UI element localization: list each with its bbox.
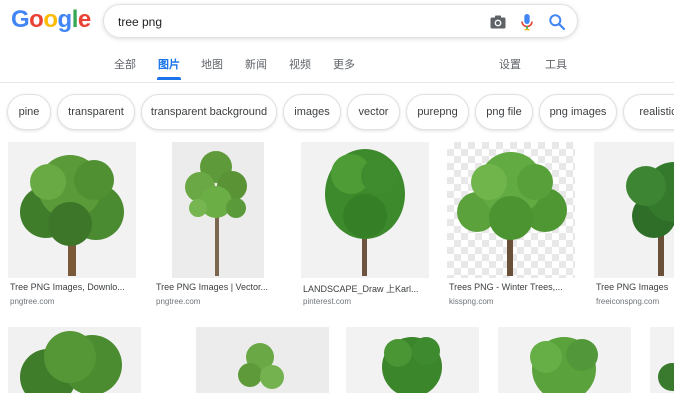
tree-image	[20, 331, 122, 393]
image-result[interactable]: Tree PNG Images | Vector... pngtree.com	[154, 142, 282, 310]
tab-maps[interactable]: 地图	[201, 56, 223, 76]
result-thumbnail[interactable]	[154, 142, 282, 278]
logo-letter: G	[11, 6, 30, 33]
chip-transparent[interactable]: transparent	[57, 94, 135, 130]
image-result[interactable]	[498, 327, 631, 393]
chip-png-images[interactable]: png images	[539, 94, 617, 130]
related-searches-bar: pine transparent transparent background …	[0, 92, 674, 134]
tools-link[interactable]: 工具	[545, 56, 567, 76]
result-thumbnail[interactable]	[447, 142, 575, 278]
result-source[interactable]: freeiconspng.com	[596, 297, 659, 306]
search-icon[interactable]	[547, 12, 567, 32]
tab-news[interactable]: 新闻	[245, 56, 267, 76]
tree-image	[658, 363, 674, 391]
image-result[interactable]: Tree PNG Images freeiconspng.com	[594, 142, 674, 310]
active-tab-indicator	[157, 77, 181, 80]
image-result[interactable]: Tree PNG Images, Downlo... pngtree.com	[8, 142, 136, 310]
chip-vector[interactable]: vector	[347, 94, 400, 130]
tree-image	[530, 337, 598, 393]
tree-image	[382, 337, 442, 393]
image-result[interactable]: Trees PNG - Winter Trees,... kisspng.com	[447, 142, 575, 310]
logo-letter: o	[43, 6, 58, 33]
image-result[interactable]: LANDSCAPE_Draw 上Karl... pinterest.com	[301, 142, 429, 310]
tree-image	[325, 149, 405, 276]
search-box[interactable]	[103, 4, 578, 38]
image-result[interactable]	[196, 327, 329, 393]
chip-purepng[interactable]: purepng	[406, 94, 469, 130]
chip-transparent-background[interactable]: transparent background	[141, 94, 277, 130]
result-title[interactable]: Tree PNG Images | Vector...	[156, 282, 282, 292]
tree-image	[626, 162, 674, 276]
result-thumbnail[interactable]	[594, 142, 674, 278]
tree-image	[20, 155, 124, 276]
result-thumbnail[interactable]	[8, 142, 136, 278]
camera-icon[interactable]	[488, 12, 508, 32]
logo-letter: o	[29, 6, 44, 33]
tab-more[interactable]: 更多	[333, 56, 355, 76]
logo-letter: g	[57, 6, 73, 33]
result-title[interactable]: Tree PNG Images	[596, 282, 674, 292]
tree-image	[457, 152, 567, 276]
search-input[interactable]	[118, 13, 448, 31]
tab-videos[interactable]: 视频	[289, 56, 311, 76]
top-bar: Google 全部 图片 地图 新闻 视频 更多 设置 工具	[0, 0, 674, 83]
chip-png-file[interactable]: png file	[475, 94, 533, 130]
chip-pine[interactable]: pine	[7, 94, 51, 130]
tree-image	[196, 327, 329, 393]
image-result[interactable]	[8, 327, 141, 393]
image-result[interactable]	[650, 327, 674, 393]
image-result[interactable]	[346, 327, 479, 393]
result-title[interactable]: Trees PNG - Winter Trees,...	[449, 282, 575, 292]
result-source[interactable]: pinterest.com	[303, 297, 351, 306]
tab-all[interactable]: 全部	[114, 56, 136, 76]
result-source[interactable]: pngtree.com	[10, 297, 54, 306]
result-thumbnail[interactable]	[301, 142, 429, 278]
tree-image	[172, 142, 264, 278]
google-logo[interactable]: Google	[11, 6, 91, 34]
result-source[interactable]: pngtree.com	[156, 297, 200, 306]
result-title[interactable]: LANDSCAPE_Draw 上Karl...	[303, 282, 429, 295]
logo-letter: e	[77, 6, 91, 33]
result-title[interactable]: Tree PNG Images, Downlo...	[10, 282, 136, 292]
result-source[interactable]: kisspng.com	[449, 297, 493, 306]
chip-images[interactable]: images	[283, 94, 341, 130]
microphone-icon[interactable]	[517, 12, 537, 32]
settings-link[interactable]: 设置	[499, 56, 521, 76]
chip-realistic[interactable]: realistic	[623, 94, 674, 130]
tab-images[interactable]: 图片	[158, 56, 180, 76]
